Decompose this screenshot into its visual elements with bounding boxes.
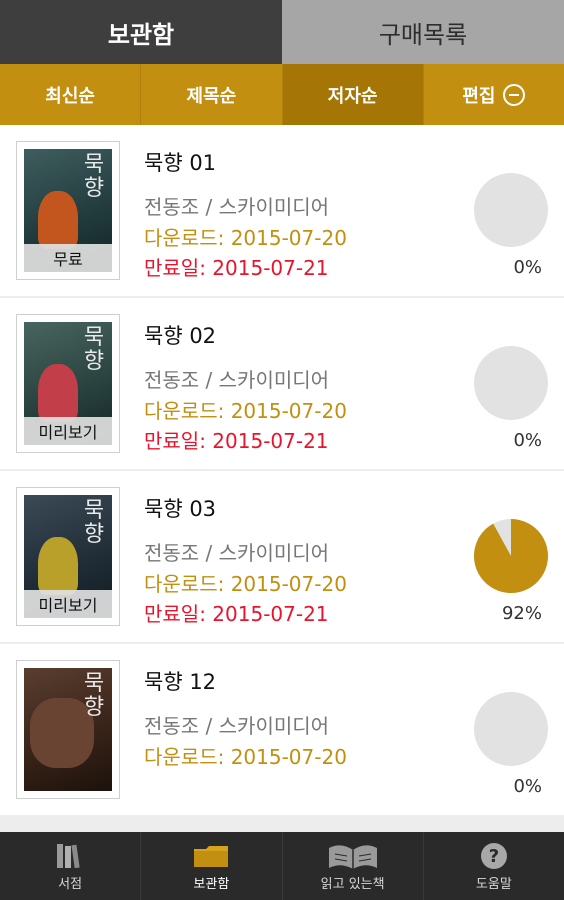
book-expire-date: 만료일: 2015-07-21 bbox=[144, 256, 329, 280]
nav-reading[interactable]: 읽고 있는책 bbox=[283, 832, 424, 900]
open-book-icon bbox=[327, 841, 379, 871]
book-cover: 묵향 bbox=[16, 660, 120, 799]
nav-bookstore[interactable]: 서점 bbox=[0, 832, 142, 900]
edit-button[interactable]: 편집 bbox=[424, 64, 564, 125]
cover-text: 묵향 bbox=[83, 498, 105, 547]
book-download-date: 다운로드: 2015-07-20 bbox=[144, 399, 347, 423]
sort-author[interactable]: 저자순 bbox=[282, 64, 424, 125]
progress-track bbox=[474, 346, 548, 420]
sort-bar: 최신순 제목순 저자순 편집 bbox=[0, 64, 564, 125]
book-download-date: 다운로드: 2015-07-20 bbox=[144, 226, 347, 250]
cover-figure bbox=[38, 537, 78, 595]
progress-percent: 0% bbox=[513, 430, 542, 451]
book-author: 전동조 / 스카이미디어 bbox=[144, 541, 330, 565]
book-author: 전동조 / 스카이미디어 bbox=[144, 714, 330, 738]
bottom-nav: 서점 보관함 읽고 있는책 ? 도움말 bbox=[0, 832, 564, 900]
nav-label: 서점 bbox=[58, 876, 83, 892]
book-item[interactable]: 묵향 미리보기 묵향 03 전동조 / 스카이미디어 다운로드: 2015-07… bbox=[0, 471, 564, 642]
cover-badge-free: 무료 bbox=[24, 244, 112, 272]
book-cover: 묵향 미리보기 bbox=[16, 314, 120, 453]
cover-figure bbox=[38, 191, 78, 249]
minus-circle-icon bbox=[503, 83, 526, 106]
nav-label: 보관함 bbox=[193, 876, 230, 892]
cover-figure bbox=[38, 364, 78, 422]
book-expire-date: 만료일: 2015-07-21 bbox=[144, 429, 329, 453]
help-icon: ? bbox=[479, 841, 509, 871]
nav-storage[interactable]: 보관함 bbox=[141, 832, 283, 900]
tab-purchase-list[interactable]: 구매목록 bbox=[282, 0, 564, 64]
edit-label: 편집 bbox=[462, 85, 496, 107]
book-title: 묵향 01 bbox=[144, 151, 217, 175]
books-icon bbox=[54, 841, 86, 871]
book-author: 전동조 / 스카이미디어 bbox=[144, 195, 330, 219]
progress-fill bbox=[474, 519, 548, 593]
cover-text: 묵향 bbox=[83, 671, 105, 720]
book-author: 전동조 / 스카이미디어 bbox=[144, 368, 330, 392]
sort-latest[interactable]: 최신순 bbox=[0, 64, 142, 125]
book-cover: 묵향 무료 bbox=[16, 141, 120, 280]
top-tabs: 보관함 구매목록 bbox=[0, 0, 564, 64]
book-list: 묵향 무료 묵향 01 전동조 / 스카이미디어 다운로드: 2015-07-2… bbox=[0, 125, 564, 832]
nav-label: 도움말 bbox=[475, 876, 512, 892]
cover-art: 묵향 bbox=[24, 668, 112, 791]
progress-percent: 92% bbox=[501, 603, 542, 624]
progress-percent: 0% bbox=[513, 776, 542, 797]
cover-text: 묵향 bbox=[83, 152, 105, 201]
sort-title[interactable]: 제목순 bbox=[141, 64, 283, 125]
book-title: 묵향 03 bbox=[144, 497, 217, 521]
progress-track bbox=[474, 173, 548, 247]
folder-icon bbox=[192, 841, 230, 871]
book-item[interactable]: 묵향 미리보기 묵향 02 전동조 / 스카이미디어 다운로드: 2015-07… bbox=[0, 298, 564, 469]
progress-percent: 0% bbox=[513, 257, 542, 278]
nav-help[interactable]: ? 도움말 bbox=[424, 832, 564, 900]
progress-pie bbox=[474, 346, 548, 420]
book-title: 묵향 02 bbox=[144, 324, 217, 348]
tab-storage[interactable]: 보관함 bbox=[0, 0, 282, 64]
nav-label: 읽고 있는책 bbox=[320, 876, 385, 892]
cover-badge-preview: 미리보기 bbox=[24, 417, 112, 445]
book-expire-date: 만료일: 2015-07-21 bbox=[144, 602, 329, 626]
book-download-date: 다운로드: 2015-07-20 bbox=[144, 745, 347, 769]
progress-pie bbox=[474, 519, 548, 593]
book-item[interactable]: 묵향 묵향 12 전동조 / 스카이미디어 다운로드: 2015-07-20 0… bbox=[0, 644, 564, 815]
progress-pie bbox=[474, 173, 548, 247]
progress-track bbox=[474, 692, 548, 766]
progress-pie bbox=[474, 692, 548, 766]
svg-text:?: ? bbox=[489, 846, 499, 867]
cover-text: 묵향 bbox=[83, 325, 105, 374]
book-cover: 묵향 미리보기 bbox=[16, 487, 120, 626]
book-title: 묵향 12 bbox=[144, 670, 217, 694]
cover-badge-preview: 미리보기 bbox=[24, 590, 112, 618]
book-download-date: 다운로드: 2015-07-20 bbox=[144, 572, 347, 596]
book-item[interactable]: 묵향 무료 묵향 01 전동조 / 스카이미디어 다운로드: 2015-07-2… bbox=[0, 125, 564, 296]
